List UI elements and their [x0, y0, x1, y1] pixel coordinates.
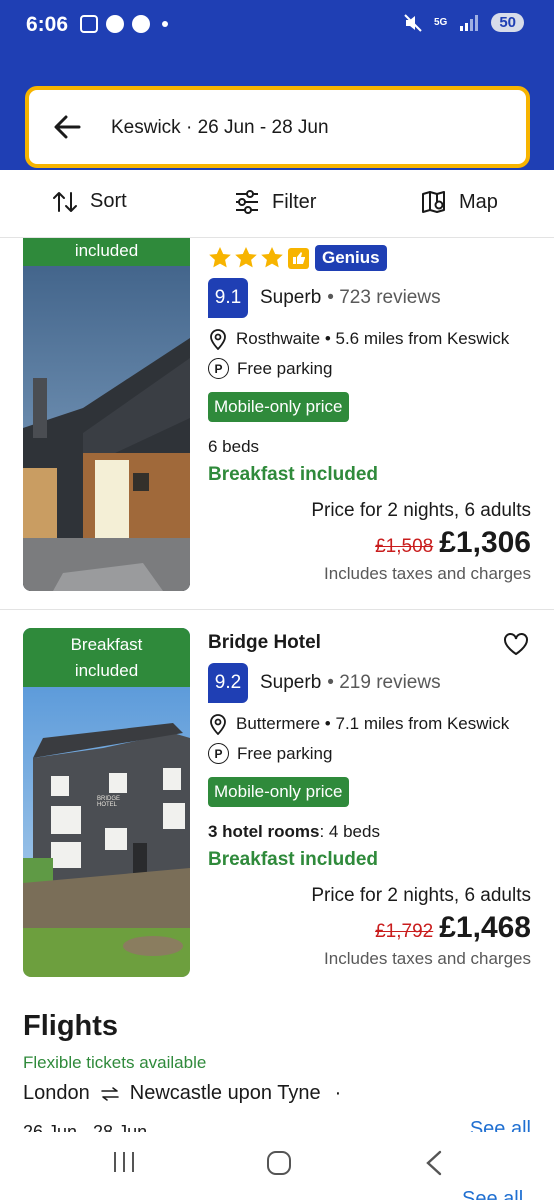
battery-indicator: 50 — [491, 13, 524, 32]
price-row: £1,792 £1,468 — [375, 911, 531, 945]
mute-icon — [404, 13, 422, 32]
news-icon — [106, 15, 124, 33]
header: Keswick · 26 Jun - 28 Jun — [0, 52, 554, 170]
review-count: • 219 reviews — [327, 672, 441, 693]
star-icon — [261, 247, 283, 268]
property-photo-1[interactable]: included — [23, 238, 190, 591]
badge-line-1: Breakfast — [70, 635, 143, 654]
beds-count: : 4 beds — [319, 822, 380, 841]
route-origin: London — [23, 1082, 90, 1104]
mobile-only-price-badge: Mobile-only price — [208, 392, 349, 422]
flight-route[interactable]: London Newcastle upon Tyne · — [23, 1082, 341, 1105]
location-row: Buttermere • 7.1 miles from Keswick — [208, 713, 509, 735]
filter-button[interactable]: Filter — [234, 190, 316, 214]
back-icon[interactable] — [424, 1150, 444, 1176]
parking-text: Free parking — [237, 358, 333, 378]
network-type: 5G — [433, 16, 448, 28]
location-row: Rosthwaite • 5.6 miles from Keswick — [208, 328, 509, 350]
rooms-count: 3 hotel rooms — [208, 822, 320, 841]
breakfast-included-text: Breakfast included — [208, 849, 378, 870]
review-score: 9.2 — [208, 663, 248, 703]
parking-text: Free parking — [237, 743, 333, 763]
current-price: £1,468 — [439, 911, 531, 944]
swap-arrows-icon — [101, 1086, 119, 1101]
map-button[interactable]: Map — [421, 190, 498, 214]
card-divider — [0, 609, 554, 610]
current-price: £1,306 — [439, 526, 531, 559]
sort-label: Sort — [90, 190, 127, 212]
screenshot-icon — [80, 15, 98, 33]
notification-icons — [80, 15, 168, 33]
taxes-note: Includes taxes and charges — [324, 949, 531, 968]
beds-count: 6 beds — [208, 437, 260, 456]
route-separator: · — [334, 1082, 342, 1104]
heart-icon[interactable] — [503, 632, 529, 656]
original-price: £1,508 — [375, 536, 434, 557]
map-label: Map — [459, 190, 498, 213]
search-query[interactable]: Keswick · 26 Jun - 28 Jun — [111, 117, 329, 139]
review-word: Superb — [260, 672, 322, 693]
property-photo-2[interactable]: Breakfast included BRIDGE HOTEL — [23, 628, 190, 977]
location-pin-icon — [210, 714, 226, 735]
mobile-only-price-badge: Mobile-only price — [208, 777, 349, 807]
parking-row: P Free parking — [208, 743, 332, 764]
review-score: 9.1 — [208, 278, 248, 318]
star-icon — [235, 247, 257, 268]
more-notifications-icon — [162, 21, 168, 27]
football-icon — [132, 15, 150, 33]
recent-apps-icon[interactable] — [112, 1150, 136, 1174]
sort-icon — [53, 191, 77, 212]
review-count: • 723 reviews — [327, 287, 441, 308]
breakfast-included-badge: included — [23, 238, 190, 266]
hotel-sign: BRIDGE HOTEL — [97, 796, 121, 808]
home-icon[interactable] — [266, 1150, 292, 1176]
sort-button[interactable]: Sort — [52, 190, 127, 213]
review-score-row: 9.1 Superb • 723 reviews — [208, 278, 441, 318]
review-word: Superb — [260, 287, 322, 308]
breakfast-included-text: Breakfast included — [208, 464, 378, 485]
star-rating: Genius — [208, 245, 387, 271]
search-summary-box[interactable]: Keswick · 26 Jun - 28 Jun — [25, 86, 530, 168]
location-text: Rosthwaite • 5.6 miles from Keswick — [236, 329, 510, 348]
map-icon — [422, 191, 445, 213]
system-icons: 5G 50 — [404, 13, 524, 32]
location-text: Buttermere • 7.1 miles from Keswick — [236, 714, 510, 733]
parking-icon: P — [208, 358, 229, 379]
taxes-note: Includes taxes and charges — [324, 564, 531, 583]
signal-icon — [460, 14, 479, 31]
preferred-partner-icon — [288, 247, 309, 269]
filter-label: Filter — [272, 190, 317, 213]
price-for-text: Price for 2 nights, 6 adults — [311, 500, 531, 521]
genius-badge: Genius — [315, 245, 387, 271]
price-for-text: Price for 2 nights, 6 adults — [311, 885, 531, 906]
original-price: £1,792 — [375, 921, 434, 942]
flight-dates: 26 Jun - 28 Jun — [23, 1122, 148, 1132]
beds-info: 3 hotel rooms: 4 beds — [208, 822, 380, 842]
badge-line-2: included — [74, 661, 139, 680]
filter-icon — [236, 190, 258, 214]
beds-info: 6 beds — [208, 437, 259, 457]
flights-subtitle: Flexible tickets available — [23, 1053, 207, 1072]
location-pin-icon — [210, 329, 226, 350]
star-icon — [209, 247, 231, 268]
see-all-link[interactable]: See all — [470, 1118, 531, 1132]
breakfast-included-badge: Breakfast included — [23, 628, 190, 687]
status-time: 6:06 — [26, 13, 69, 36]
results-toolbar: Sort Filter Map — [0, 170, 554, 238]
review-score-row: 9.2 Superb • 219 reviews — [208, 663, 441, 703]
flights-title: Flights — [23, 1010, 119, 1042]
price-row: £1,508 £1,306 — [375, 526, 531, 560]
route-destination: Newcastle upon Tyne — [129, 1082, 321, 1104]
parking-icon: P — [208, 743, 229, 764]
back-arrow-icon[interactable] — [53, 114, 81, 140]
see-all-link-peek[interactable]: See all — [462, 1188, 523, 1200]
hotel-name[interactable]: Bridge Hotel — [208, 632, 321, 654]
property-image-1 — [23, 238, 190, 591]
status-bar: 6:06 5G 50 — [0, 0, 554, 52]
parking-row: P Free parking — [208, 358, 332, 379]
